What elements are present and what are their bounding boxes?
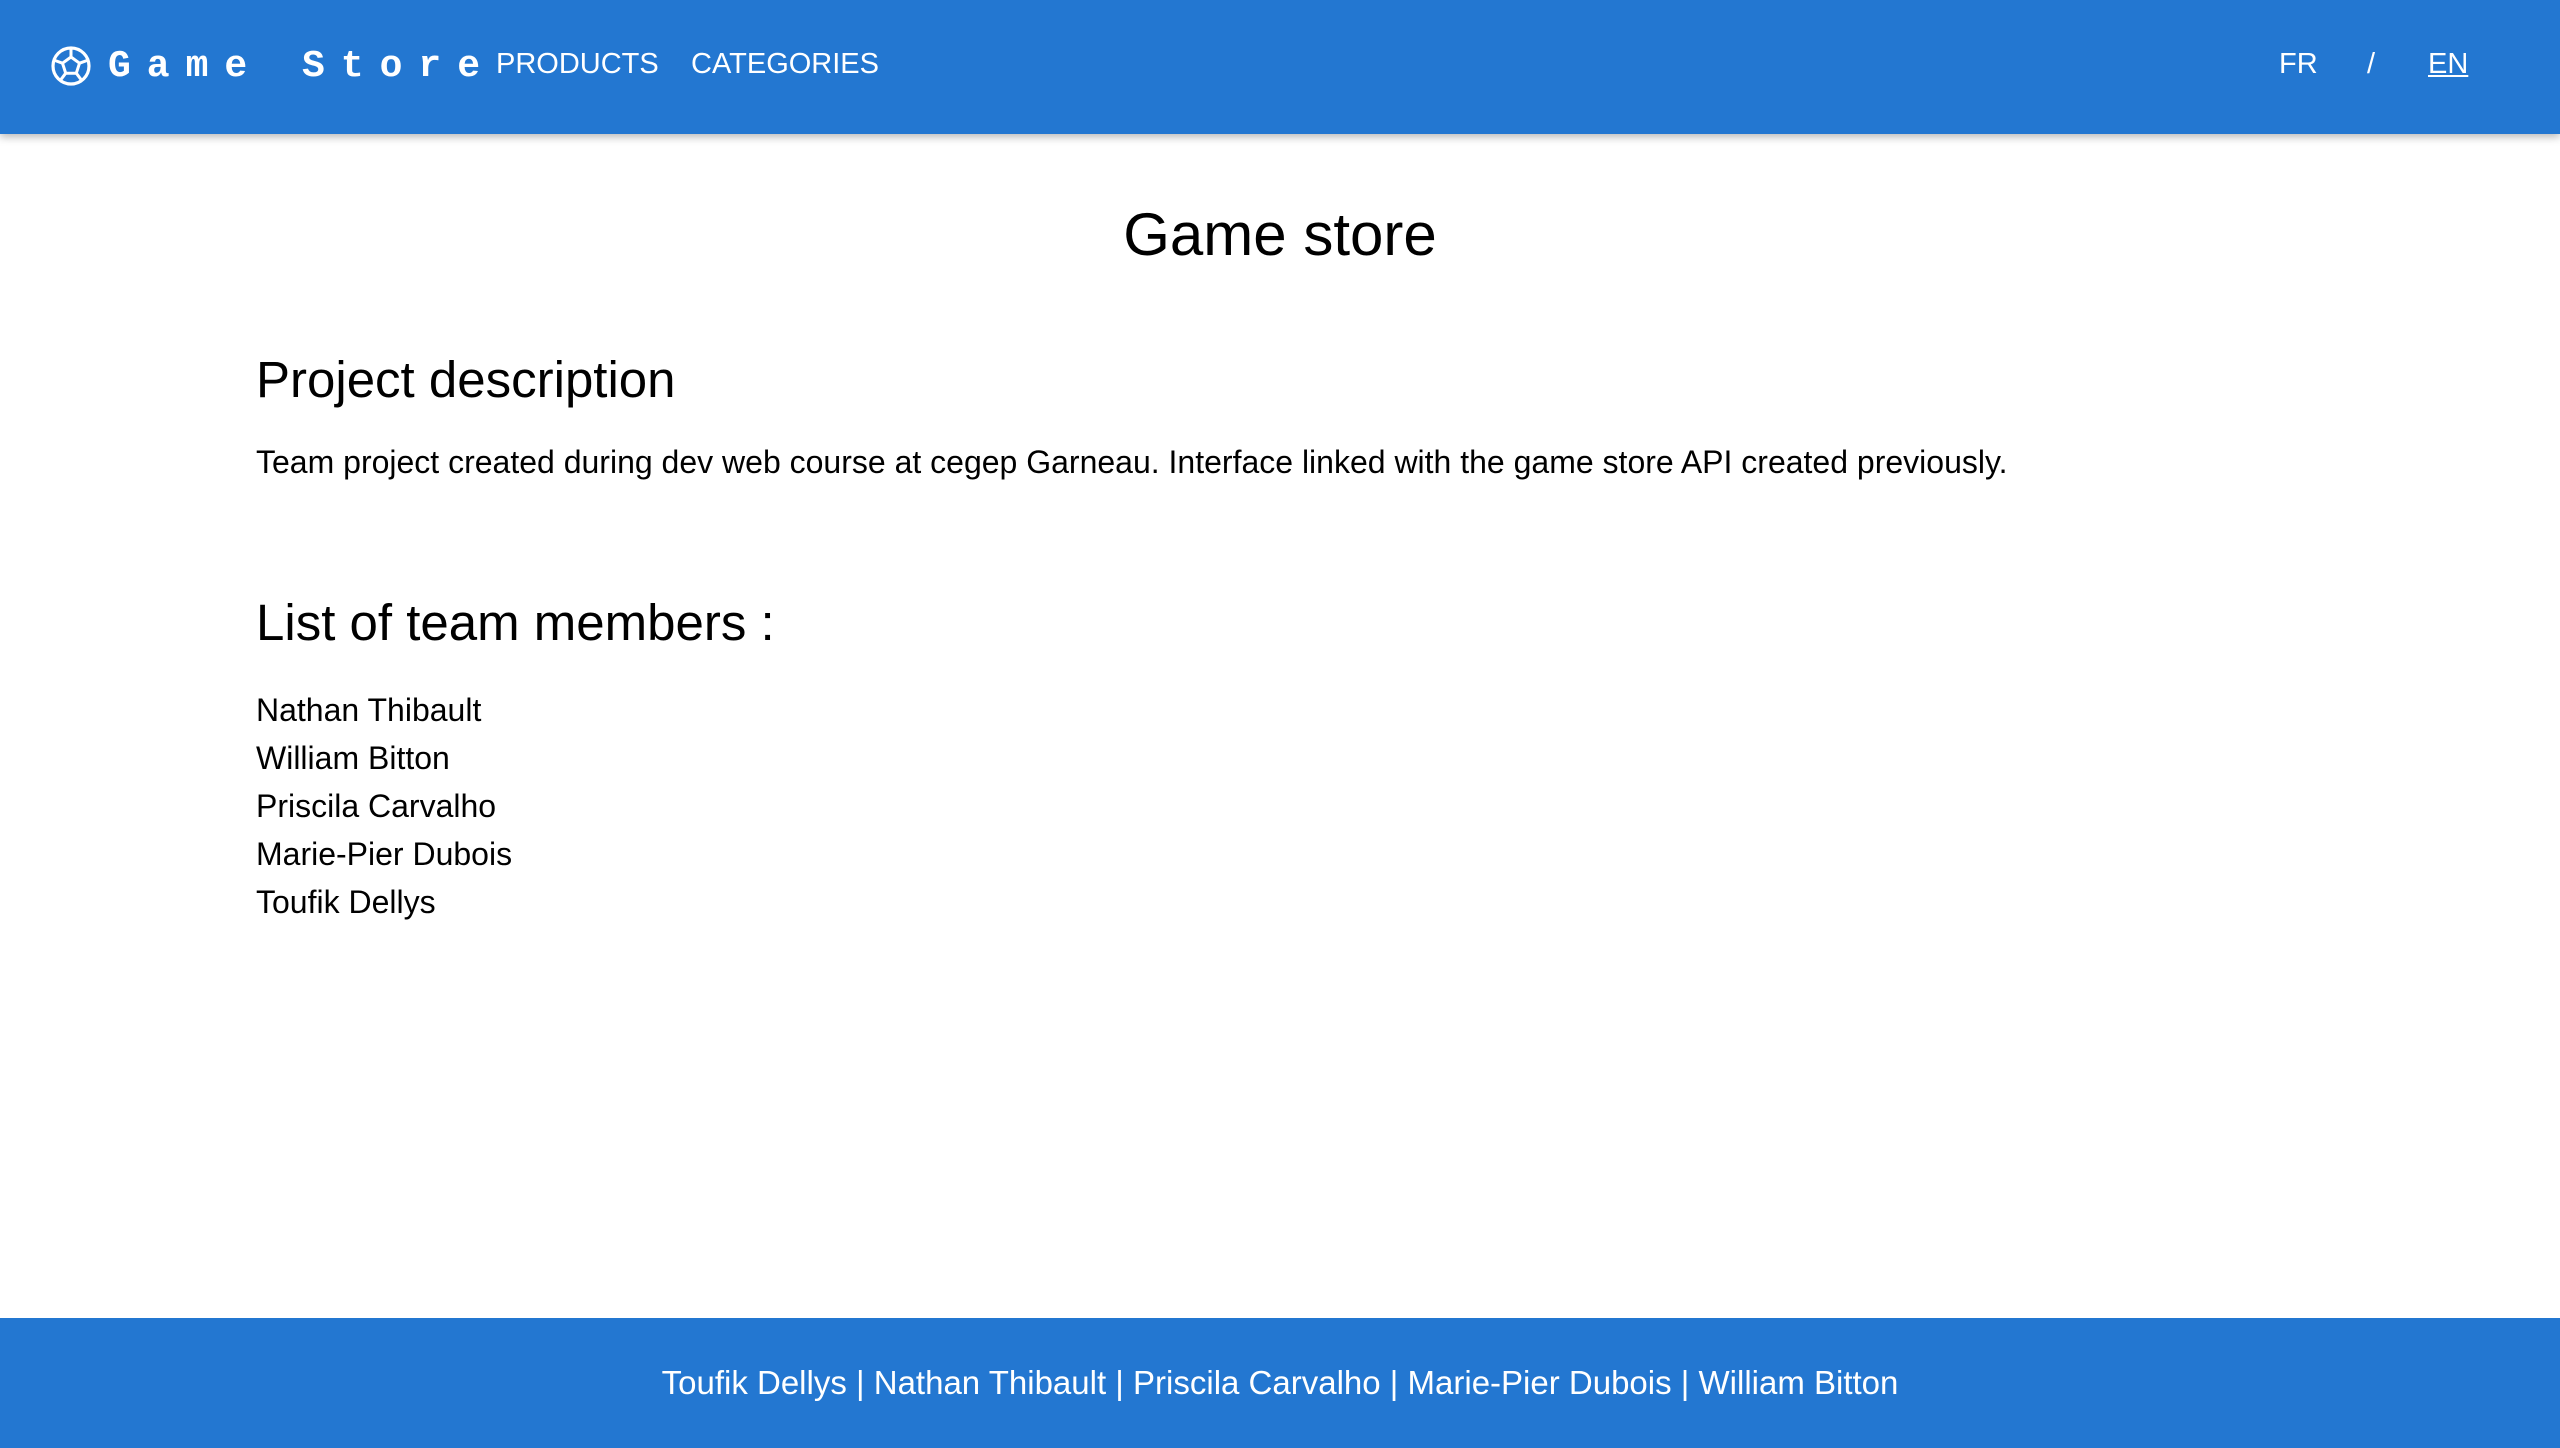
team-member-item: Priscila Carvalho xyxy=(256,788,497,824)
soccer-ball-icon xyxy=(51,46,91,86)
brand-home-link[interactable]: Game Store xyxy=(50,44,496,88)
project-description-heading: Project description xyxy=(256,351,676,408)
team-member-item: William Bitton xyxy=(256,740,450,776)
top-app-bar: Game Store PRODUCTS CATEGORIES FR / EN xyxy=(0,0,2560,134)
nav-products-link[interactable]: PRODUCTS xyxy=(496,48,659,81)
language-en-link[interactable]: EN xyxy=(2428,48,2468,81)
brand-name: Game Store xyxy=(108,44,497,88)
team-member-item: Nathan Thibault xyxy=(256,692,482,728)
nav-categories-link[interactable]: CATEGORIES xyxy=(691,48,879,81)
team-members-heading: List of team members : xyxy=(256,594,775,651)
language-separator: / xyxy=(2367,48,2376,80)
page: Game Store PRODUCTS CATEGORIES FR / EN G… xyxy=(0,0,2560,1448)
page-footer: Toufik Dellys | Nathan Thibault | Prisci… xyxy=(0,1318,2560,1448)
page-title: Game store xyxy=(1123,201,1437,268)
language-fr-link[interactable]: FR xyxy=(2279,48,2318,81)
team-member-item: Toufik Dellys xyxy=(256,884,436,920)
footer-credits: Toufik Dellys | Nathan Thibault | Prisci… xyxy=(661,1364,1899,1401)
project-description-text: Team project created during dev web cour… xyxy=(256,444,2008,480)
team-members-list: Nathan Thibault William Bitton Priscila … xyxy=(256,686,512,926)
team-member-item: Marie-Pier Dubois xyxy=(256,836,513,872)
